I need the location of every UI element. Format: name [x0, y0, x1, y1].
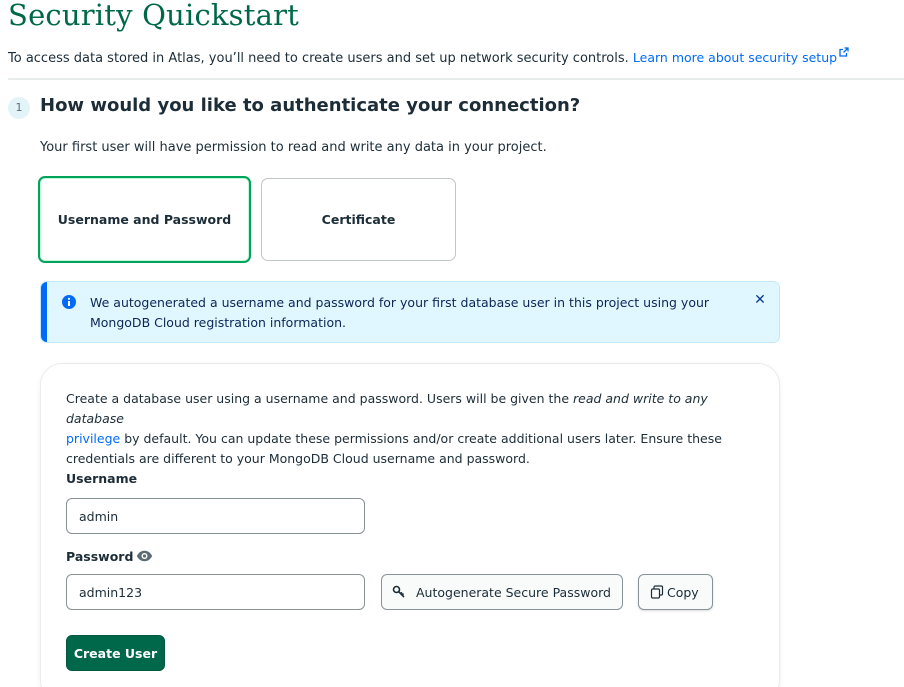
auth-option-username-password[interactable]: Username and Password: [38, 176, 251, 263]
info-icon: [62, 295, 76, 309]
step-heading: How would you like to authenticate your …: [40, 95, 581, 116]
banner-text: We autogenerated a username and password…: [90, 295, 710, 330]
header-divider: [8, 78, 904, 80]
autogenerate-password-button[interactable]: Autogenerate Secure Password: [381, 574, 623, 610]
username-label: Username: [66, 471, 138, 486]
banner-accent-bar: [41, 282, 47, 342]
autogenerate-label: Autogenerate Secure Password: [416, 584, 611, 600]
username-input[interactable]: [66, 498, 365, 534]
page-intro: To access data stored in Atlas, you’ll n…: [8, 47, 849, 66]
close-icon[interactable]: ✕: [753, 293, 767, 307]
key-icon: [392, 585, 405, 598]
create-user-form: Create a database user using a username …: [40, 363, 780, 687]
password-label: Password: [66, 549, 134, 564]
auth-option-label: Certificate: [321, 212, 396, 227]
auth-option-certificate[interactable]: Certificate: [261, 178, 456, 261]
copy-label: Copy: [667, 584, 699, 600]
copy-password-button[interactable]: Copy: [638, 574, 713, 610]
privilege-link[interactable]: privilege: [66, 431, 120, 446]
page-title: Security Quickstart: [8, 0, 300, 32]
intro-text: To access data stored in Atlas, you’ll n…: [8, 51, 629, 66]
external-link-icon: [839, 47, 849, 57]
create-user-button[interactable]: Create User: [66, 635, 165, 671]
auth-option-label: Username and Password: [57, 212, 232, 227]
step-subtext: Your first user will have permission to …: [40, 140, 547, 155]
security-setup-link[interactable]: Learn more about security setup: [633, 47, 849, 65]
eye-icon[interactable]: [136, 550, 153, 562]
copy-icon: [650, 585, 664, 599]
password-input[interactable]: [66, 574, 365, 610]
step-number-badge: 1: [8, 97, 30, 119]
info-banner: We autogenerated a username and password…: [40, 281, 780, 343]
create-user-label: Create User: [73, 645, 158, 661]
form-description: Create a database user using a username …: [66, 391, 722, 466]
